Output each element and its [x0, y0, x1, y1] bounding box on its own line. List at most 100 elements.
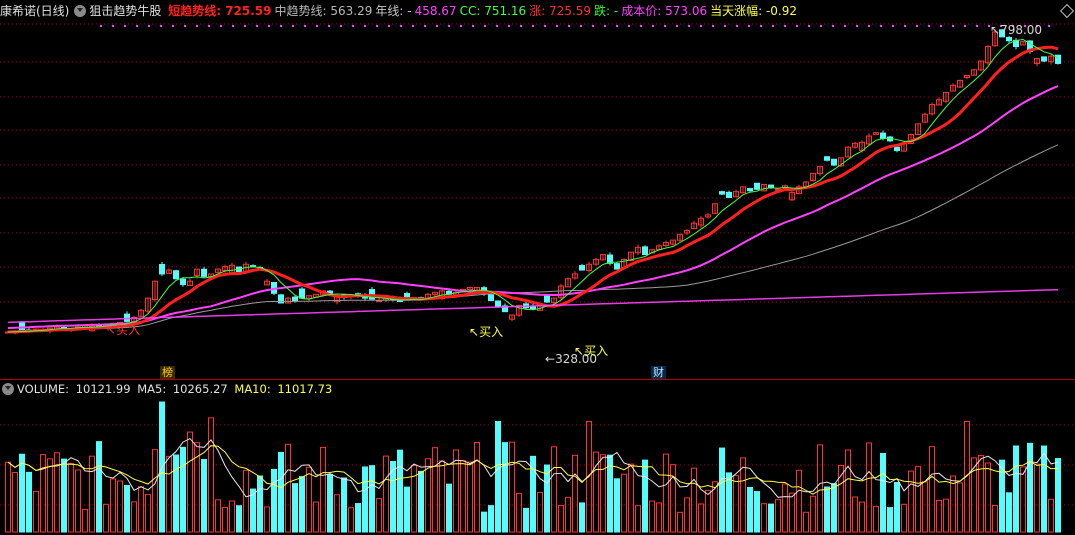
- header-dot-marker: [472, 25, 474, 27]
- candle-down: [201, 268, 207, 277]
- header-dot-marker: [196, 25, 198, 27]
- volume-label: VOLUME:: [17, 382, 73, 396]
- header-dot-marker: [280, 25, 282, 27]
- volume-bar: [747, 486, 753, 533]
- candle-down: [1006, 37, 1012, 42]
- buy-signal-1: ↖买入: [106, 323, 141, 337]
- header-dot-marker: [964, 25, 966, 27]
- header-dot-marker: [448, 25, 450, 27]
- volume-menu-icon[interactable]: [2, 383, 14, 395]
- header-dot-marker: [244, 25, 246, 27]
- volume-bar: [19, 453, 25, 533]
- volume-bar: [929, 446, 935, 533]
- event-tag-bang[interactable]: 榜: [160, 366, 175, 379]
- volume-bar: [320, 446, 326, 533]
- volume-bar: [201, 459, 207, 533]
- header-dot-marker: [1048, 25, 1050, 27]
- volume-bar: [985, 462, 991, 533]
- buy-signal-3: ↖买入: [574, 344, 609, 358]
- volume-bar: [670, 464, 676, 533]
- volume-bar: [432, 447, 438, 533]
- header-dot-marker: [112, 25, 114, 27]
- header-dot-marker: [412, 25, 414, 27]
- ma5-label: MA5:: [137, 382, 170, 396]
- stock-name[interactable]: 康希诺(日线): [0, 4, 69, 18]
- header-dot-marker: [316, 25, 318, 27]
- header-dot-marker: [616, 25, 618, 27]
- indicator-menu-icon[interactable]: [74, 5, 87, 17]
- volume-bar: [579, 502, 585, 533]
- volume-bar: [369, 465, 375, 533]
- volume-bar: [362, 466, 368, 533]
- header-dot-marker: [592, 25, 594, 27]
- volume-bar: [845, 449, 851, 533]
- volume-bar: [726, 472, 732, 533]
- volume-bar: [1034, 463, 1040, 533]
- chart-canvas: [0, 23, 1075, 533]
- volume-bar: [852, 496, 858, 533]
- volume-bar: [12, 472, 18, 533]
- header-dot-marker: [304, 25, 306, 27]
- volume-bar: [817, 444, 823, 533]
- header-dot-marker: [508, 25, 510, 27]
- header-dot-marker: [820, 25, 822, 27]
- indicator-item-3: 458.67: [414, 4, 457, 18]
- header-dot-marker: [856, 25, 858, 27]
- price-gridlines: [0, 23, 1075, 303]
- header-dot-marker: [352, 25, 354, 27]
- ma10-label: MA10:: [234, 382, 275, 396]
- candle-down: [754, 182, 760, 190]
- volume-bar: [341, 477, 347, 533]
- candle-down: [1055, 54, 1061, 64]
- candle-down: [159, 264, 165, 275]
- volume-bar: [208, 417, 214, 533]
- volume-bar: [621, 473, 627, 533]
- indicator-name[interactable]: 狙击趋势牛股: [89, 4, 161, 18]
- volume-bar: [152, 449, 158, 533]
- header-dot-marker: [736, 25, 738, 27]
- volume-bar: [761, 503, 767, 533]
- volume-bar: [82, 508, 88, 533]
- volume-bar: [922, 481, 928, 533]
- header-dot-marker: [124, 25, 126, 27]
- volume-bar: [999, 459, 1005, 533]
- event-tag-cai[interactable]: 财: [651, 366, 666, 379]
- volume-bar: [26, 471, 32, 533]
- volume-bar: [908, 470, 914, 533]
- candle-down: [495, 300, 501, 308]
- high-price-label: ↖798.00: [990, 23, 1043, 37]
- header-dot-marker: [340, 25, 342, 27]
- header-dot-marker: [160, 25, 162, 27]
- volume-bar: [68, 462, 74, 533]
- header-dot-marker: [496, 25, 498, 27]
- header-dot-marker: [688, 25, 690, 27]
- volume-bar: [516, 493, 522, 533]
- volume-bar: [180, 446, 186, 533]
- volume-bar: [880, 452, 886, 533]
- candle-down: [614, 263, 620, 270]
- volume-bar: [915, 466, 921, 533]
- header-dot-marker: [184, 25, 186, 27]
- volume-bar: [453, 449, 459, 533]
- volume-bar: [327, 474, 333, 533]
- volume-bar: [894, 482, 900, 533]
- volume-bar: [782, 483, 788, 533]
- volume-bar: [75, 469, 81, 533]
- volume-bar: [467, 461, 473, 533]
- volume-bar: [348, 507, 354, 533]
- header-dot-marker: [712, 25, 714, 27]
- header-dot-marker: [208, 25, 210, 27]
- volume-bar: [138, 486, 144, 533]
- header-dot-marker: [796, 25, 798, 27]
- candle-down: [747, 188, 753, 192]
- header-dot-marker: [940, 25, 942, 27]
- header-dot-marker: [256, 25, 258, 27]
- volume-bar: [355, 503, 361, 533]
- header-dot-marker: [100, 25, 102, 27]
- header-dot-marker: [220, 25, 222, 27]
- volume-bar: [460, 460, 466, 533]
- volume-bar: [299, 476, 305, 533]
- header-dot-marker: [676, 25, 678, 27]
- candle-down: [824, 156, 830, 161]
- candle-down: [124, 313, 130, 322]
